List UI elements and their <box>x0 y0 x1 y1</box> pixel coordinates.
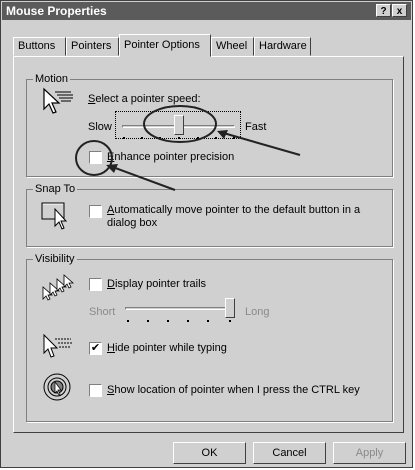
speed-arrow <box>219 131 301 156</box>
precision-arrow <box>109 165 176 191</box>
annotation-layer <box>75 105 301 191</box>
speed-highlight-ellipse <box>143 105 217 143</box>
precision-highlight-ellipse <box>75 140 113 176</box>
